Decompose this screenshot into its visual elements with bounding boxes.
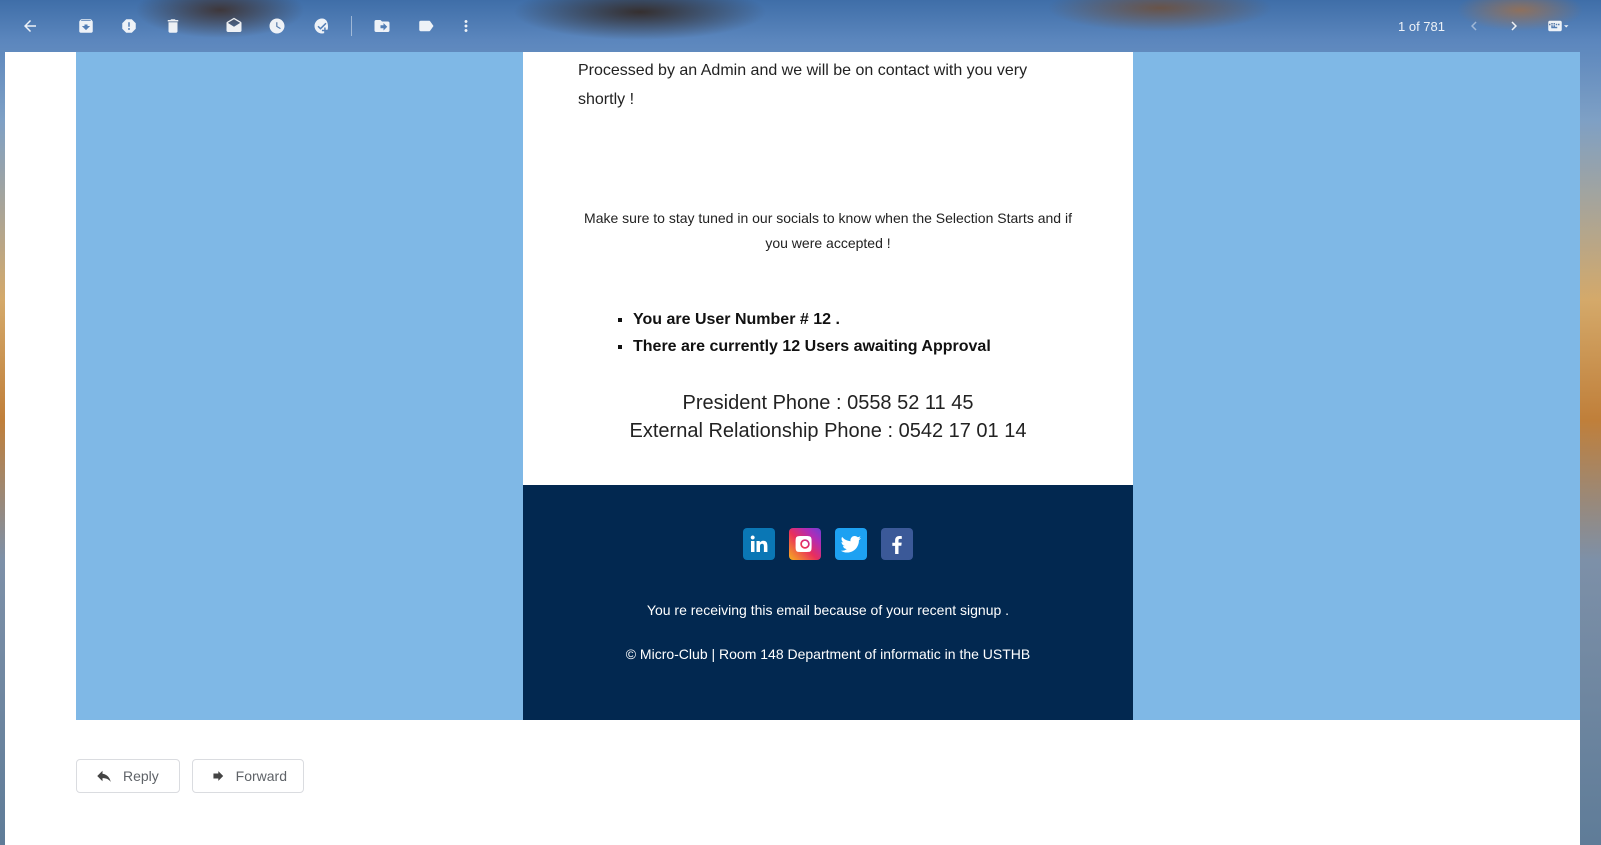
mark-unread-icon[interactable]: [222, 14, 246, 38]
message-counter: 1 of 781: [1398, 19, 1445, 34]
email-notice: Make sure to stay tuned in our socials t…: [584, 210, 1072, 251]
footer-note: You re receiving this email because of y…: [646, 602, 1010, 618]
back-arrow-icon[interactable]: [18, 14, 42, 38]
list-item: You are User Number # 12 .: [633, 306, 991, 333]
reply-icon: [97, 770, 111, 782]
forward-button[interactable]: Forward: [192, 759, 304, 793]
social-links: [743, 528, 913, 560]
linkedin-icon[interactable]: [743, 528, 775, 560]
older-chevron-icon[interactable]: [1502, 14, 1526, 38]
delete-icon[interactable]: [161, 14, 185, 38]
contact-phones: President Phone : 0558 52 11 45 External…: [523, 389, 1133, 445]
more-vert-icon[interactable]: [454, 14, 478, 38]
newer-chevron-icon[interactable]: [1462, 14, 1486, 38]
email-body-text: Processed by an Admin and we will be on …: [578, 62, 1028, 108]
twitter-icon[interactable]: [835, 528, 867, 560]
instagram-icon[interactable]: [789, 528, 821, 560]
add-task-icon[interactable]: [310, 14, 334, 38]
reply-label: Reply: [123, 768, 159, 784]
toolbar-divider: [351, 16, 352, 36]
president-phone: President Phone : 0558 52 11 45: [682, 392, 974, 414]
email-toolbar: 1 of 781: [0, 0, 1601, 52]
forward-icon: [213, 771, 224, 781]
keyboard-icon[interactable]: [1540, 14, 1576, 38]
reply-button[interactable]: Reply: [76, 759, 180, 793]
move-to-icon[interactable]: [370, 14, 394, 38]
labels-icon[interactable]: [414, 14, 438, 38]
footer-copyright: © Micro-Club | Room 148 Department of in…: [625, 646, 1031, 662]
archive-icon[interactable]: [74, 14, 98, 38]
snooze-icon[interactable]: [265, 14, 289, 38]
user-status-list: You are User Number # 12 . There are cur…: [617, 306, 991, 360]
forward-label: Forward: [235, 768, 287, 784]
facebook-icon[interactable]: [881, 528, 913, 560]
list-item: There are currently 12 Users awaiting Ap…: [633, 333, 991, 360]
report-spam-icon[interactable]: [117, 14, 141, 38]
external-phone: External Relationship Phone : 0542 17 01…: [629, 420, 1027, 442]
